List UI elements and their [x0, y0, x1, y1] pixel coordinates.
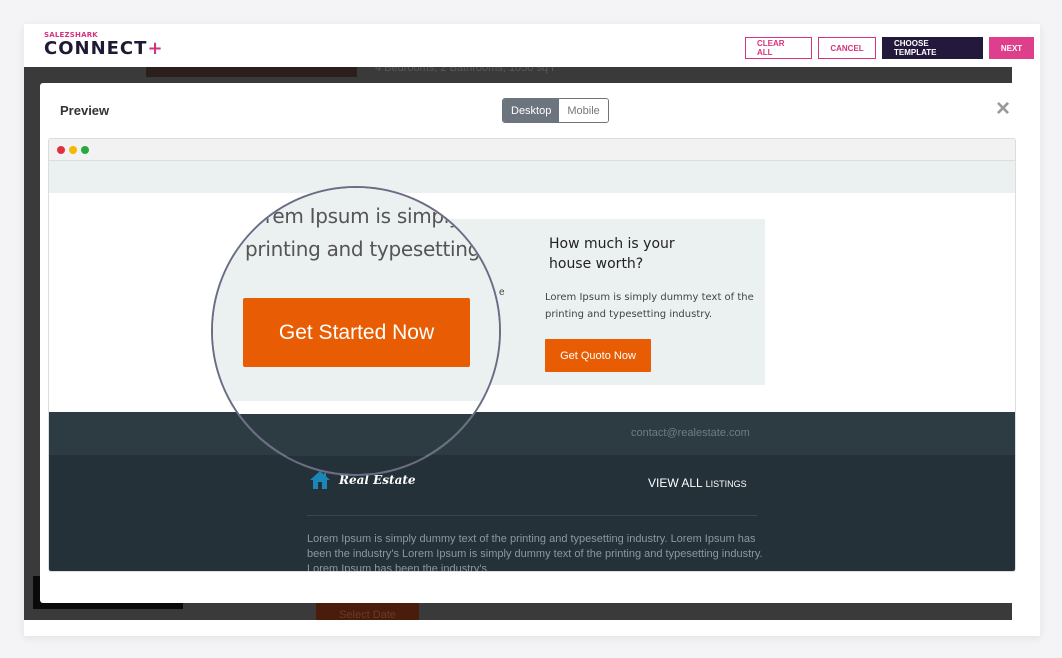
valuation-title-line1: How much is your	[549, 236, 675, 252]
footer-contact-bar: contact@realestate.com	[49, 412, 1015, 455]
app-header: SALEZSHARK CONNECT+ CLEAR ALL CANCEL CHO…	[24, 24, 1040, 67]
maximize-dot-icon	[81, 145, 89, 154]
magnified-text-line1: orem Ipsum is simply	[253, 204, 461, 228]
magnified-gap	[213, 401, 499, 414]
close-dot-icon	[57, 145, 65, 154]
mobile-view-button[interactable]: Mobile	[559, 99, 608, 122]
valuation-title-line2: house worth?	[549, 256, 644, 272]
email-template-page: How much is your house worth? Lorem Ipsu…	[49, 193, 1015, 571]
listings-label: LISTINGS	[705, 479, 747, 489]
contact-email[interactable]: contact@realestate.com	[631, 427, 750, 439]
browser-toolbar	[49, 139, 1015, 161]
minimize-dot-icon	[69, 145, 77, 154]
footer-text: Lorem Ipsum is simply dummy text of the …	[307, 533, 763, 572]
view-toggle: Desktop Mobile	[502, 98, 609, 123]
valuation-title: How much is your house worth?	[549, 234, 675, 274]
magnifier-callout: orem Ipsum is simply printing and typese…	[211, 186, 501, 476]
background-listing-image	[146, 67, 357, 77]
magnified-footer-lower	[213, 456, 499, 474]
cancel-button[interactable]: CANCEL	[818, 37, 876, 59]
clear-all-button[interactable]: CLEAR ALL	[745, 37, 812, 59]
logo-product-name: CONNECT	[44, 38, 148, 59]
get-started-button[interactable]: Get Started Now	[243, 298, 470, 367]
header-actions: CLEAR ALL CANCEL CHOOSE TEMPLATE NEXT	[745, 37, 1034, 59]
valuation-description: Lorem Ipsum is simply dummy text of the …	[545, 292, 754, 320]
logo-product: CONNECT+	[44, 39, 164, 59]
desktop-view-button[interactable]: Desktop	[503, 99, 560, 122]
valuation-box: How much is your house worth? Lorem Ipsu…	[486, 219, 765, 385]
logo: SALEZSHARK CONNECT+	[44, 31, 164, 59]
page-header-band	[49, 161, 1015, 193]
magnified-text-line2: printing and typesetting i	[245, 237, 492, 261]
footer-divider	[307, 515, 757, 516]
footer: Real Estate VIEW ALL LISTINGS Lorem Ipsu…	[49, 455, 1015, 572]
preview-modal: Preview Desktop Mobile × How much is you…	[40, 83, 1024, 603]
close-icon[interactable]: ×	[996, 97, 1010, 121]
modal-title: Preview	[60, 103, 110, 118]
choose-template-button[interactable]: CHOOSE TEMPLATE	[882, 37, 983, 59]
browser-preview: How much is your house worth? Lorem Ipsu…	[48, 138, 1016, 572]
next-button[interactable]: NEXT	[989, 37, 1034, 59]
hero-partial-text: e	[499, 287, 505, 298]
logo-plus: +	[147, 38, 164, 59]
view-all-listings-link[interactable]: VIEW ALL LISTINGS	[648, 476, 747, 490]
get-quote-button[interactable]: Get Quoto Now	[545, 339, 651, 372]
background-select-date: Select Date	[316, 600, 419, 620]
view-all-label: VIEW ALL	[648, 476, 703, 490]
